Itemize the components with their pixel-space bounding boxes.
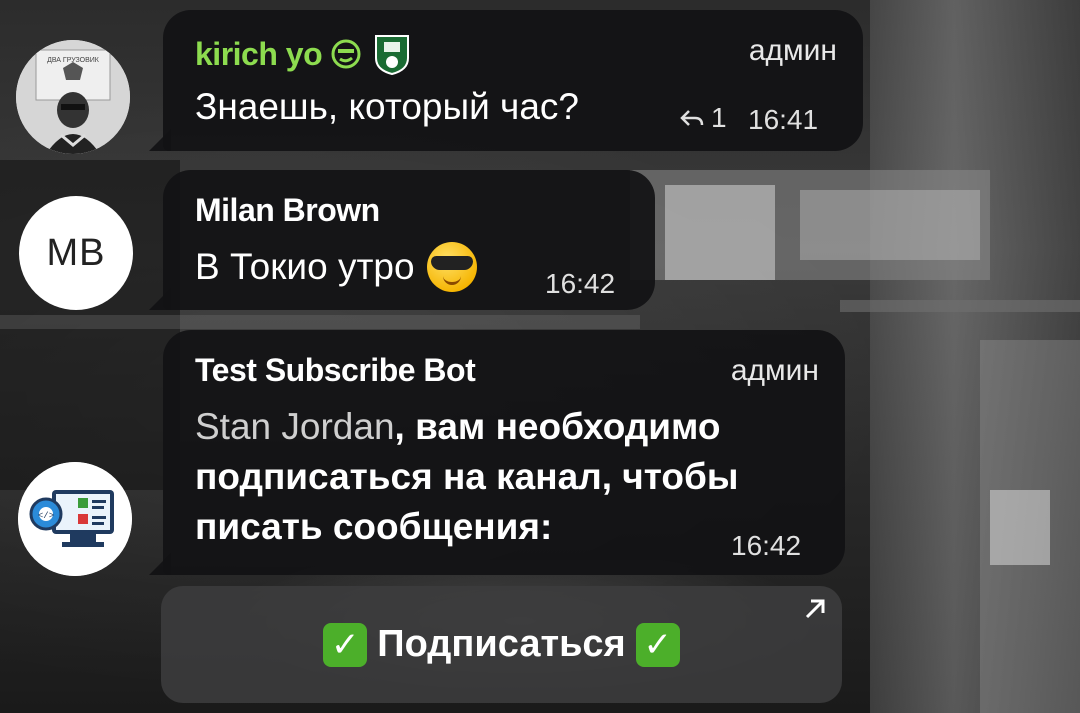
chat-screen: ДВА ГРУЗОВИК kirich yo админ Знаешь, кот…: [0, 0, 1080, 713]
message-text-row: В Токио утро: [195, 242, 477, 292]
avatar-photo-icon: ДВА ГРУЗОВИК: [16, 40, 130, 154]
sender-name[interactable]: kirich yo: [195, 32, 414, 76]
message-bubble[interactable]: Milan Brown В Токио утро 16:42: [149, 170, 655, 310]
open-link-arrow-icon: [805, 599, 825, 619]
wallpaper-notice: [665, 185, 775, 280]
avatar-test-subscribe-bot[interactable]: </>: [18, 462, 132, 576]
subscribe-button[interactable]: ✓ Подписаться ✓: [161, 586, 842, 703]
smirk-emoji-status-icon: [331, 39, 361, 69]
message-text: В Токио утро: [195, 246, 415, 287]
admin-label: админ: [730, 354, 819, 387]
sender-name[interactable]: Milan Brown: [195, 192, 380, 229]
wallpaper-panel: [630, 170, 990, 280]
message-time: 16:41: [748, 104, 819, 135]
wallpaper-wall: [870, 0, 1080, 713]
bubble-tail: [149, 553, 171, 575]
sender-name-text: kirich yo: [195, 35, 323, 72]
subscribe-button-label: Подписаться: [377, 623, 626, 665]
avatar-milan-brown[interactable]: MB: [19, 196, 133, 310]
reply-count-value: 1: [711, 102, 727, 133]
reply-count[interactable]: 1: [679, 102, 727, 134]
avatar-initials: MB: [46, 231, 106, 274]
message-time: 16:42: [545, 268, 616, 299]
reply-arrow-icon: [680, 110, 704, 126]
message-bubble[interactable]: Test Subscribe Bot админ Stan Jordan, ва…: [149, 330, 845, 575]
sender-name[interactable]: Test Subscribe Bot: [195, 352, 476, 389]
wallpaper-notice-2: [800, 190, 980, 260]
check-mark-icon: ✓: [635, 622, 680, 667]
wallpaper-wall-lower: [980, 340, 1080, 713]
wallpaper-stripe-2: [0, 315, 640, 329]
message-bubble[interactable]: kirich yo админ Знаешь, который час? 1 1…: [149, 10, 863, 151]
check-mark-icon: ✓: [323, 622, 368, 667]
wallpaper-sign: [990, 490, 1050, 565]
bot-monitor-checklist-icon: </>: [18, 462, 132, 576]
admin-label: админ: [748, 34, 837, 67]
user-mention-link[interactable]: Stan Jordan: [195, 406, 395, 447]
avatar-kirich[interactable]: ДВА ГРУЗОВИК: [16, 40, 130, 154]
bubble-tail: [149, 288, 171, 310]
message-time: 16:42: [731, 530, 802, 561]
message-text: Знаешь, который час?: [195, 86, 579, 127]
football-club-badge-icon: [375, 35, 410, 76]
wallpaper-stripe: [840, 300, 1080, 312]
bubble-tail: [149, 129, 171, 151]
sunglasses-emoji-icon: [426, 242, 477, 292]
svg-text:</>: </>: [38, 511, 54, 521]
